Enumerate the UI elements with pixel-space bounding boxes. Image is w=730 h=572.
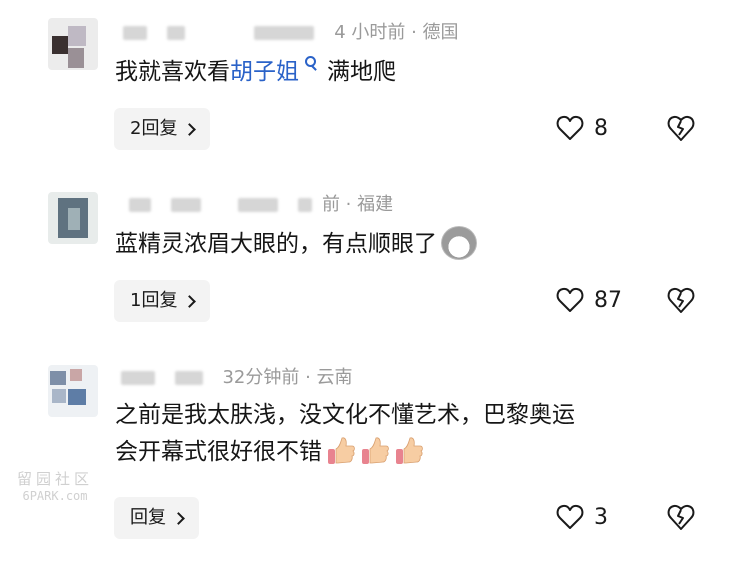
avatar[interactable] xyxy=(48,365,98,417)
dislike-button[interactable] xyxy=(666,286,696,314)
comment-text: 蓝精灵浓眉大眼的，有点顺眼了 xyxy=(115,225,477,263)
broken-heart-icon xyxy=(667,115,695,141)
replies-button[interactable]: 1回复 xyxy=(114,280,211,322)
comment-meta: 4 小时前 · 德国 xyxy=(115,20,535,46)
reply-button[interactable]: 回复 xyxy=(114,497,199,539)
comment-text: 我就喜欢看胡子姐 满地爬 xyxy=(115,54,396,91)
broken-heart-icon xyxy=(667,287,695,313)
like-button[interactable]: 87 xyxy=(556,287,622,313)
thumbs-up-emoji-icon xyxy=(396,436,423,464)
time-location: 32分钟前 · 云南 xyxy=(222,367,353,388)
chevron-right-icon xyxy=(183,122,197,136)
chevron-right-icon xyxy=(183,294,197,308)
time-location: 前 · 福建 xyxy=(321,194,394,215)
avatar[interactable] xyxy=(48,192,98,244)
heart-outline-icon xyxy=(556,287,584,312)
comment-meta: 前 · 福建 xyxy=(115,192,535,218)
dog-emoji-icon xyxy=(441,225,477,260)
like-count: 3 xyxy=(594,504,608,530)
time-location: 4 小时前 · 德国 xyxy=(334,22,459,43)
avatar[interactable] xyxy=(48,18,98,70)
replies-button[interactable]: 2回复 xyxy=(114,108,211,150)
comment-meta: 32分钟前 · 云南 xyxy=(115,365,535,391)
thumbs-up-emoji-icon xyxy=(362,436,389,464)
broken-heart-icon xyxy=(667,504,695,530)
blurred-username xyxy=(129,198,151,212)
like-count: 8 xyxy=(594,115,608,141)
blurred-username xyxy=(123,26,147,40)
watermark: 留园社区 6PARK.com xyxy=(16,470,93,503)
topic-link[interactable]: 胡子姐 xyxy=(230,59,299,85)
heart-outline-icon xyxy=(556,504,584,529)
like-button[interactable]: 8 xyxy=(556,115,608,141)
heart-outline-icon xyxy=(556,115,584,140)
thumbs-up-emoji-icon xyxy=(328,436,355,464)
chevron-right-icon xyxy=(172,511,185,525)
blurred-username xyxy=(121,371,155,385)
dislike-button[interactable] xyxy=(666,503,696,531)
search-icon[interactable] xyxy=(303,54,319,74)
like-button[interactable]: 3 xyxy=(556,504,608,530)
dislike-button[interactable] xyxy=(666,114,696,142)
comment-text: 之前是我太肤浅，没文化不懂艺术，巴黎奥运 会开幕式很好很不错 xyxy=(115,402,575,465)
like-count: 87 xyxy=(594,287,622,313)
